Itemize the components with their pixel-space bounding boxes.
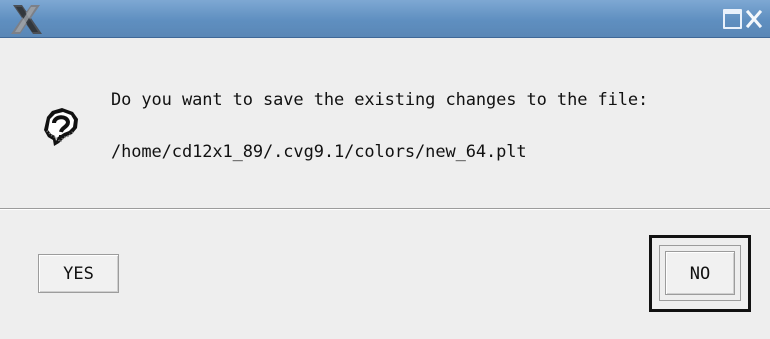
file-path: /home/cd12x1_89/.cvg9.1/colors/new_64.pl… bbox=[111, 142, 527, 162]
maximize-button[interactable] bbox=[723, 9, 742, 29]
button-area: YES NO bbox=[0, 210, 770, 339]
message-area: Do you want to save the existing changes… bbox=[0, 38, 770, 208]
save-changes-dialog: Do you want to save the existing changes… bbox=[0, 0, 770, 339]
question-icon bbox=[40, 107, 82, 147]
close-button[interactable] bbox=[745, 9, 763, 29]
title-bar[interactable] bbox=[0, 0, 770, 38]
x-window-icon bbox=[10, 4, 43, 35]
no-button[interactable]: NO bbox=[665, 251, 735, 295]
close-icon bbox=[745, 9, 763, 29]
message-question: Do you want to save the existing changes… bbox=[111, 90, 649, 110]
yes-button[interactable]: YES bbox=[38, 254, 119, 293]
